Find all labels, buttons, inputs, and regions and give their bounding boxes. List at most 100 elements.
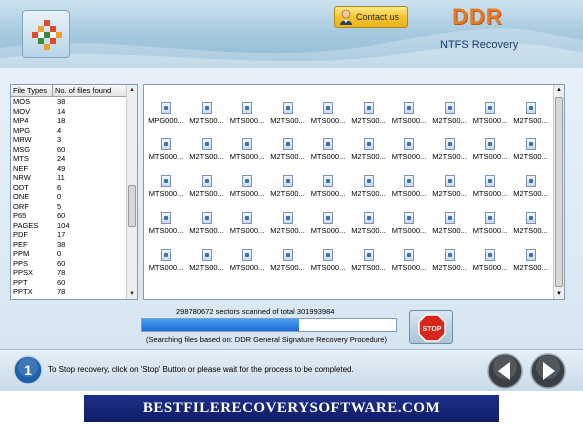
scroll-up-icon[interactable]: ▲	[554, 85, 564, 95]
file-type-row[interactable]: PDF 17	[11, 230, 127, 240]
recovered-file-item[interactable]: M2TS00...	[187, 212, 227, 248]
recovered-file-item[interactable]: M2TS00...	[430, 138, 470, 174]
file-type-row[interactable]: ODT 6	[11, 183, 127, 193]
recovered-file-item[interactable]: M2TS00...	[511, 212, 551, 248]
file-type-row[interactable]: PPS 60	[11, 259, 127, 269]
stop-button[interactable]: STOP	[409, 310, 453, 344]
recovered-file-item[interactable]: M2TS00...	[430, 212, 470, 248]
recovered-file-item[interactable]: M2TS00...	[349, 212, 389, 248]
scroll-up-icon[interactable]: ▲	[127, 85, 137, 95]
next-button[interactable]	[530, 353, 566, 389]
file-type-row[interactable]: MP4 18	[11, 116, 127, 126]
recovered-file-item[interactable]: MTS000...	[389, 212, 429, 248]
recovered-file-item[interactable]: MTS000...	[146, 212, 186, 248]
recovered-file-item[interactable]: MTS000...	[389, 249, 429, 285]
back-button[interactable]	[487, 353, 523, 389]
recovered-file-item[interactable]: M2TS00...	[430, 102, 470, 138]
file-type-row[interactable]: ONE 0	[11, 192, 127, 202]
recovered-file-item[interactable]: M2TS00...	[349, 138, 389, 174]
recovered-file-item[interactable]: MTS000...	[470, 138, 510, 174]
recovered-file-item[interactable]: PEF000...	[146, 85, 186, 99]
recovered-file-item[interactable]: MPG000...	[146, 102, 186, 138]
file-type-row[interactable]: PPM 0	[11, 249, 127, 259]
recovered-file-item[interactable]: MTS000...	[308, 175, 348, 211]
file-type-row[interactable]: PAGES 104	[11, 221, 127, 231]
file-type-row[interactable]: NEF 49	[11, 164, 127, 174]
file-type-row[interactable]: P65 60	[11, 211, 127, 221]
recovered-file-item[interactable]: M2TS00...	[268, 102, 308, 138]
recovered-file-item[interactable]: MTS000...	[389, 138, 429, 174]
recovered-file-item[interactable]: M2TS00...	[349, 175, 389, 211]
recovered-file-item[interactable]: MPG000...	[511, 85, 551, 99]
file-type-row[interactable]: MPG 4	[11, 126, 127, 136]
file-type-row[interactable]: PEF 38	[11, 240, 127, 250]
recovered-file-item[interactable]: MOV000...	[227, 85, 267, 99]
recovered-file-item[interactable]: MTS000...	[227, 175, 267, 211]
file-type-row[interactable]: PPSX 78	[11, 268, 127, 278]
recovered-file-item[interactable]: M2TS00...	[268, 175, 308, 211]
recovered-file-item[interactable]: MOV000...	[349, 85, 389, 99]
recovered-file-item[interactable]: MTS000...	[470, 102, 510, 138]
recovered-file-item[interactable]: MTS000...	[227, 212, 267, 248]
recovered-file-item[interactable]: MTS000...	[146, 249, 186, 285]
recovered-file-item[interactable]: MTS000...	[308, 138, 348, 174]
recovered-file-item[interactable]: MPG000...	[430, 85, 470, 99]
recovered-file-item[interactable]: M2TS00...	[511, 102, 551, 138]
recovered-file-item[interactable]: M2TS00...	[268, 212, 308, 248]
files-scrollbar[interactable]: ▲ ▼	[553, 85, 564, 299]
recovered-file-item[interactable]: MOV000...	[187, 85, 227, 99]
recovered-file-item[interactable]: M2TS00...	[511, 175, 551, 211]
scroll-down-icon[interactable]: ▼	[554, 289, 564, 299]
scrollbar-thumb[interactable]	[128, 185, 136, 227]
recovered-file-item[interactable]: M2TS00...	[349, 102, 389, 138]
scroll-down-icon[interactable]: ▼	[127, 289, 137, 299]
recovered-file-item[interactable]: MTS000...	[308, 249, 348, 285]
recovered-file-item[interactable]: MOV000...	[268, 85, 308, 99]
column-header-file-types[interactable]: File Types	[11, 85, 53, 96]
recovered-file-item[interactable]: M2TS00...	[268, 138, 308, 174]
recovered-file-item[interactable]: M2TS00...	[268, 249, 308, 285]
file-type-row[interactable]: PPTX 78	[11, 287, 127, 297]
recovered-file-item[interactable]: MOV000...	[389, 85, 429, 99]
recovered-file-item[interactable]: MTS000...	[227, 138, 267, 174]
recovered-file-item[interactable]: MTS000...	[470, 249, 510, 285]
contact-us-button[interactable]: Contact us	[334, 6, 408, 28]
file-types-scrollbar[interactable]: ▲ ▼	[126, 85, 137, 299]
recovered-file-item[interactable]: MTS000...	[308, 102, 348, 138]
recovered-file-item[interactable]: MTS000...	[389, 175, 429, 211]
file-type-row[interactable]: MSG 60	[11, 145, 127, 155]
recovered-file-item[interactable]: M2TS00...	[511, 249, 551, 285]
column-header-files-found[interactable]: No. of files found	[53, 85, 127, 96]
recovered-file-item[interactable]: M2TS00...	[187, 102, 227, 138]
recovered-file-item[interactable]: M2TS00...	[187, 249, 227, 285]
recovered-file-item[interactable]: M2TS00...	[187, 138, 227, 174]
scrollbar-thumb[interactable]	[555, 97, 563, 287]
recovered-file-item[interactable]: MTS000...	[389, 102, 429, 138]
recovered-file-item[interactable]: MOV000...	[308, 85, 348, 99]
file-type-row[interactable]: MOS 38	[11, 97, 127, 107]
file-type-row[interactable]: PPT 60	[11, 278, 127, 288]
recovered-file-item[interactable]: MPG000...	[470, 85, 510, 99]
file-name: M2TS00...	[432, 189, 467, 198]
recovered-file-item[interactable]: M2TS00...	[187, 175, 227, 211]
recovered-file-item[interactable]: M2TS00...	[430, 249, 470, 285]
recovered-file-item[interactable]: MTS000...	[470, 175, 510, 211]
file-type-row[interactable]: MTS 24	[11, 154, 127, 164]
recovered-file-item[interactable]: MTS000...	[308, 212, 348, 248]
recovered-file-item[interactable]: MTS000...	[146, 138, 186, 174]
recovered-file-item[interactable]: M2TS00...	[511, 138, 551, 174]
file-type-row[interactable]: ORF 5	[11, 202, 127, 212]
file-type-count: 4	[57, 125, 62, 135]
file-type-row[interactable]: MRW 3	[11, 135, 127, 145]
recovered-file-item[interactable]: MTS000...	[146, 175, 186, 211]
recovered-file-item[interactable]: MTS000...	[227, 102, 267, 138]
recovered-file-item[interactable]: M2TS00...	[430, 175, 470, 211]
recovered-file-item[interactable]: MTS000...	[227, 249, 267, 285]
file-type-row[interactable]: NRW 11	[11, 173, 127, 183]
recovered-file-item[interactable]: MTS000...	[470, 212, 510, 248]
file-icon	[201, 138, 212, 150]
file-name: MTS000...	[472, 152, 508, 161]
file-type-row[interactable]: MOV 14	[11, 107, 127, 117]
recovered-file-item[interactable]: M2TS00...	[349, 249, 389, 285]
file-type-name: PEF	[13, 239, 28, 249]
